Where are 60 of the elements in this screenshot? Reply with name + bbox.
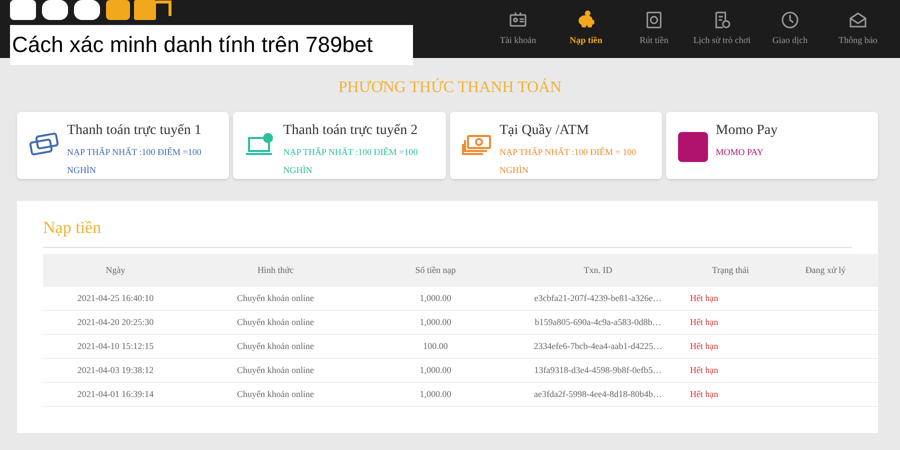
table-cell-text: e3cbfa21-207f-4239-be81-a326e… xyxy=(534,292,662,305)
payment-method-card[interactable]: Thanh toán trực tuyến 1 NẠP THẤP NHẤT :100 ĐIỂM =100 NGHÌN xyxy=(17,112,230,179)
momo-logo-icon xyxy=(678,132,708,162)
table-cell-text: 2021-04-01 16:39:14 xyxy=(77,388,154,401)
payment-method-card[interactable]: Tại Quầy /ATM NẠP THẤP NHẤT :100 ĐIỂM = 100 NGHÌN xyxy=(450,112,662,179)
table-cell-text: 1,000.00 xyxy=(420,292,452,305)
column-header: Trạng thái xyxy=(688,254,773,287)
nav-tab[interactable]: Tài khoản xyxy=(484,10,552,48)
panel-title: Nạp tiền xyxy=(43,218,102,237)
table-cell-text: Chuyển khoản online xyxy=(237,316,314,329)
nav-tab[interactable]: Thông báo xyxy=(824,10,892,48)
table-cell-text: 1,000.00 xyxy=(420,364,452,377)
table-cell-text: Chuyển khoản online xyxy=(237,292,314,305)
column-header: Ngày xyxy=(43,254,188,287)
table-cell-text: ae3fda2f-5998-4ee4-8d18-80b4b… xyxy=(534,388,662,401)
cash-stack-icon xyxy=(462,132,492,158)
piggy-bank-icon xyxy=(576,10,596,30)
table-cell-text: Chuyển khoản online xyxy=(237,364,314,377)
safe-icon xyxy=(644,10,664,30)
method-title: Tại Quầy /ATM xyxy=(500,122,590,140)
table-cell-text: 100.00 xyxy=(423,340,448,353)
cards-icon xyxy=(29,132,59,158)
nav-tab[interactable]: Rút tiền xyxy=(620,10,688,48)
method-title: Momo Pay xyxy=(716,122,778,140)
payment-method-card[interactable]: Momo Pay MOMO PAY xyxy=(666,112,878,179)
column-header: Hình thức xyxy=(188,254,363,287)
table-cell-text: 2021-04-25 16:40:10 xyxy=(77,292,154,305)
status-text: Hết hạn xyxy=(690,316,718,329)
method-note: NẠP THẤP NHẤT :100 ĐIỂM = 100 NGHÌN xyxy=(500,146,638,177)
table-cell-text: b159a805-690a-4c9a-a583-0d8b… xyxy=(534,316,662,329)
table-cell-text: 2021-04-03 19:38:12 xyxy=(77,364,154,377)
table-cell-text: 2334efe6-7bcb-4ea4-aab1-d4225… xyxy=(534,340,662,353)
column-header: Txn. ID xyxy=(508,254,688,287)
table-cell-text: 2021-04-20 20:25:30 xyxy=(77,316,154,329)
table-cell-text: Chuyển khoản online xyxy=(237,340,314,353)
column-header: Số tiền nạp xyxy=(363,254,508,287)
caption: Cách xác minh danh tính trên 789bet xyxy=(10,25,413,65)
table-cell-text: Chuyển khoản online xyxy=(237,388,314,401)
nav-tab[interactable]: Nạp tiền xyxy=(552,10,620,48)
method-note: MOMO PAY xyxy=(716,146,764,159)
method-note: NẠP THẤP NHẤT :100 ĐIỂM =100 NGHÌN xyxy=(283,146,419,177)
table-cell-text: 1,000.00 xyxy=(420,316,452,329)
status-text: Hết hạn xyxy=(690,388,718,401)
status-text: Hết hạn xyxy=(690,292,718,305)
table-cell-text: 2021-04-10 15:12:15 xyxy=(77,340,154,353)
table-cell-text: 13fa9318-d3e4-4598-9b8f-0efb5… xyxy=(534,364,662,377)
clock-icon xyxy=(780,10,800,30)
table-cell-text: 1,000.00 xyxy=(420,388,452,401)
column-header: Đang xử lý xyxy=(773,254,878,287)
nav-tab[interactable]: Giao dịch xyxy=(756,10,824,48)
envelope-icon xyxy=(848,10,868,30)
laptop-dollar-icon xyxy=(245,132,276,158)
section-title: PHƯƠNG THỨC THANH TOÁN xyxy=(338,77,562,98)
method-note: NẠP THẤP NHẤT :100 ĐIỂM =100 NGHÌN xyxy=(67,146,202,177)
method-title: Thanh toán trực tuyến 2 xyxy=(283,122,419,140)
status-text: Hết hạn xyxy=(690,364,718,377)
status-text: Hết hạn xyxy=(690,340,718,353)
method-title: Thanh toán trực tuyến 1 xyxy=(67,122,202,140)
nav-tab[interactable]: Lịch sử trò chơi xyxy=(688,10,756,48)
payment-method-card[interactable]: Thanh toán trực tuyến 2 NẠP THẤP NHẤT :100 ĐIỂM =100 NGHÌN xyxy=(233,112,446,179)
